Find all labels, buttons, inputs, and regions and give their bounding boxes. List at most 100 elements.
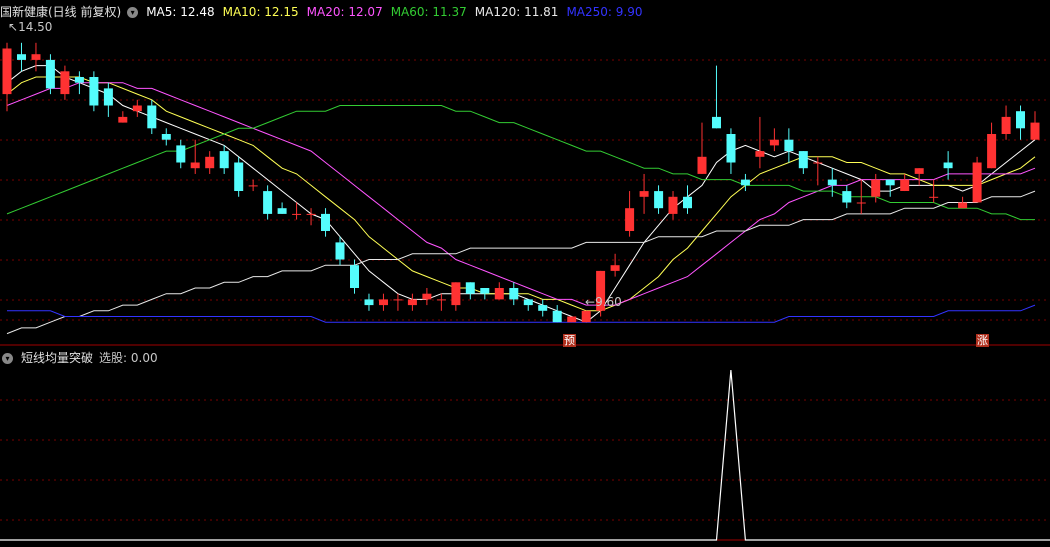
candle-body	[436, 299, 446, 301]
candle-body	[958, 202, 968, 209]
candle-body	[726, 134, 736, 163]
candle-body	[335, 242, 345, 260]
candle-body	[321, 213, 330, 231]
candles	[2, 42, 1040, 323]
kline-chart	[0, 42, 1050, 541]
ma120-label: MA120: 11.81	[474, 5, 559, 19]
indicator-title: 短线均量突破	[21, 351, 94, 365]
candle-body	[885, 179, 895, 186]
ma250-line	[7, 304, 1036, 323]
candle-body	[523, 299, 533, 306]
indicator-menu-icon[interactable]: ▾	[2, 353, 13, 364]
candle-body	[234, 162, 244, 191]
candle-body	[654, 191, 664, 209]
settings-icon[interactable]: ▾	[127, 7, 139, 18]
candle-body	[263, 191, 273, 214]
candle-body	[538, 305, 548, 311]
candle-body	[712, 116, 721, 129]
ma60-label: MA60: 11.37	[390, 5, 467, 19]
candle-body	[364, 299, 374, 306]
signal-line	[0, 369, 1050, 541]
ma20-line	[6, 82, 1036, 306]
high-annotation: ↖14.50	[8, 20, 53, 34]
candle-body	[103, 88, 113, 106]
candle-body	[379, 299, 388, 306]
candle-body	[842, 191, 852, 203]
ma-lines	[6, 65, 1036, 335]
candle-body	[509, 288, 519, 300]
candle-body	[769, 139, 779, 146]
candle-body	[697, 156, 707, 174]
ma10-label: MA10: 12.15	[222, 5, 299, 19]
candle-body	[798, 151, 808, 169]
candle-body	[567, 316, 577, 323]
candle-body	[465, 282, 475, 294]
candle-body	[132, 105, 142, 112]
ma120-line	[6, 190, 1036, 335]
ma60-line	[6, 105, 1035, 221]
candle-body	[350, 265, 359, 288]
candle-body	[1016, 111, 1025, 129]
candle-body	[987, 134, 997, 169]
candle-body	[871, 179, 881, 197]
ma5-label: MA5: 12.48	[146, 5, 215, 19]
candle-body	[494, 288, 504, 300]
candle-body	[31, 54, 41, 60]
candle-body	[393, 299, 403, 301]
candle-body	[900, 179, 910, 191]
candle-body	[2, 48, 12, 95]
candle-body	[740, 179, 750, 186]
candle-body	[914, 168, 924, 174]
ma10-line	[6, 76, 1036, 312]
candle-body	[581, 310, 591, 323]
tag-pre: 预	[563, 334, 576, 347]
candle-body	[248, 185, 258, 187]
candle-body	[176, 145, 186, 163]
candle-body	[827, 179, 837, 186]
ma20-label: MA20: 12.07	[306, 5, 383, 19]
candle-body	[161, 134, 171, 140]
candle-body	[552, 310, 562, 323]
candle-body	[60, 71, 70, 95]
candle-body	[639, 191, 649, 197]
candle-body	[74, 77, 84, 83]
candle-body	[625, 208, 635, 231]
candle-body	[17, 54, 26, 60]
candle-body	[683, 196, 692, 209]
candle-body	[856, 202, 866, 204]
stock-title: 国新健康(日线 前复权)	[0, 5, 122, 19]
candle-body	[813, 162, 823, 164]
candle-body	[480, 288, 490, 294]
low-value: 9.60	[595, 295, 622, 309]
candle-body	[784, 139, 794, 152]
candle-body	[668, 196, 678, 214]
main-header: 国新健康(日线 前复权) ▾ MA5: 12.48 MA10: 12.15 MA20: …	[0, 2, 650, 22]
candle-body	[205, 156, 215, 169]
candle-body	[219, 151, 229, 169]
candle-body	[1030, 122, 1040, 140]
candle-body	[610, 265, 620, 271]
candle-body	[118, 116, 128, 123]
candle-body	[929, 196, 939, 198]
candle-body	[451, 282, 461, 306]
signal-line-path	[0, 369, 1050, 541]
ma5-line	[6, 65, 1036, 323]
candle-body	[972, 162, 982, 203]
candle-body	[277, 208, 287, 214]
candle-body	[190, 162, 200, 169]
candle-body	[1001, 116, 1011, 134]
candle-body	[422, 293, 432, 300]
indicator-value: 选股: 0.00	[99, 351, 158, 365]
candle-body	[407, 299, 417, 306]
candle-body	[292, 213, 302, 215]
candle-body	[89, 77, 99, 106]
candle-body	[755, 151, 765, 157]
candle-body	[147, 105, 157, 129]
candle-body	[45, 59, 55, 89]
ma250-label: MA250: 9.90	[566, 5, 643, 19]
candle-body	[943, 162, 953, 169]
high-value: 14.50	[18, 20, 53, 34]
candle-body	[306, 213, 316, 215]
indicator-header: ▾ 短线均量突破 选股: 0.00	[0, 348, 166, 368]
tag-rise: 涨	[976, 334, 989, 347]
